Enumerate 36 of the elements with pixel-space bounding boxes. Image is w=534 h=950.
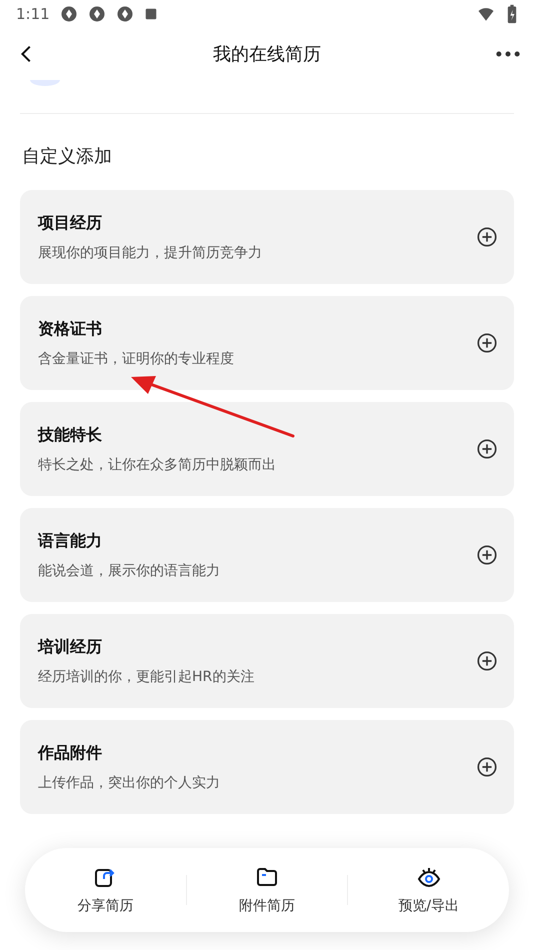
- card-subtitle: 展现你的项目能力，提升简历竞争力: [38, 244, 262, 262]
- wifi-icon: [476, 5, 496, 23]
- card-subtitle: 经历培训的你，更能引起HR的关注: [38, 668, 254, 686]
- add-section-card[interactable]: 技能特长 特长之处，让你在众多简历中脱颖而出: [20, 402, 514, 496]
- add-icon: [476, 650, 498, 672]
- add-section-card[interactable]: 培训经历 经历培训的你，更能引起HR的关注: [20, 614, 514, 708]
- more-icon: [496, 51, 520, 57]
- add-section-card[interactable]: 语言能力 能说会道，展示你的语言能力: [20, 508, 514, 602]
- card-subtitle: 上传作品，突出你的个人实力: [38, 774, 220, 792]
- add-section-card[interactable]: 资格证书 含金量证书，证明你的专业程度: [20, 296, 514, 390]
- folder-icon: [255, 865, 279, 889]
- status-time: 1:11: [16, 5, 50, 23]
- add-section-card[interactable]: 作品附件 上传作品，突出你的个人实力: [20, 720, 514, 814]
- card-title: 语言能力: [38, 530, 103, 552]
- add-icon: [476, 544, 498, 566]
- bottom-tab[interactable]: 附件简历: [186, 848, 348, 932]
- card-title: 作品附件: [38, 742, 103, 764]
- card-subtitle: 含金量证书，证明你的专业程度: [38, 350, 234, 368]
- card-title: 资格证书: [38, 318, 103, 340]
- card-title: 技能特长: [38, 424, 103, 446]
- card-subtitle: 能说会道，展示你的语言能力: [38, 562, 220, 580]
- card-subtitle: 特长之处，让你在众多简历中脱颖而出: [38, 456, 276, 474]
- page-title: 我的在线简历: [213, 43, 321, 66]
- bottom-tab[interactable]: 分享简历: [25, 848, 186, 932]
- avatar-icon: [30, 80, 60, 86]
- section-title: 自定义添加: [21, 145, 113, 169]
- battery-icon: [506, 4, 518, 24]
- card-title: 培训经历: [38, 636, 103, 658]
- add-section-card[interactable]: 项目经历 展现你的项目能力，提升简历竞争力: [20, 190, 514, 284]
- add-icon: [476, 756, 498, 778]
- add-icon: [476, 438, 498, 460]
- bottom-tab[interactable]: 预览/导出: [348, 848, 510, 932]
- add-icon: [476, 332, 498, 354]
- add-icon: [476, 226, 498, 248]
- card-title: 项目经历: [38, 212, 103, 234]
- eye-icon: [416, 865, 442, 889]
